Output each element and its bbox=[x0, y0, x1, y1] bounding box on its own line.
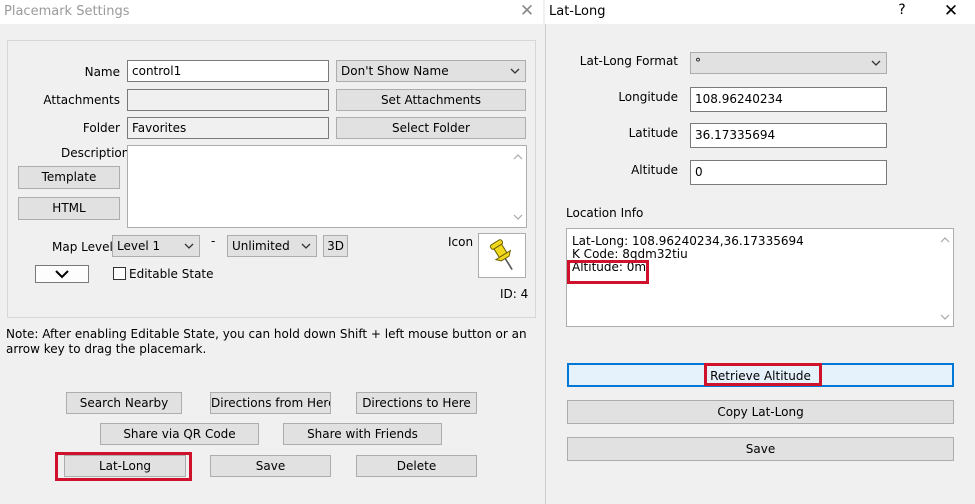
save-button[interactable]: Save bbox=[210, 455, 331, 477]
map-level-separator: - bbox=[211, 234, 216, 248]
attachments-field bbox=[127, 89, 329, 111]
name-display-value: Don't Show Name bbox=[341, 64, 449, 78]
chevron-down-icon bbox=[55, 270, 69, 279]
delete-button[interactable]: Delete bbox=[356, 455, 477, 477]
html-button[interactable]: HTML bbox=[18, 197, 120, 220]
chevron-down-icon bbox=[301, 243, 311, 249]
note-text: Note: After enabling Editable State, you… bbox=[6, 327, 527, 356]
name-label: Name bbox=[84, 65, 120, 79]
name-field[interactable]: control1 bbox=[127, 60, 329, 82]
editable-state-checkbox[interactable] bbox=[113, 267, 126, 280]
directions-to-here-button[interactable]: Directions to Here bbox=[356, 392, 477, 414]
altitude-info-highlight bbox=[567, 260, 649, 284]
longitude-label: Longitude bbox=[618, 90, 678, 104]
placemark-dialog-title: Placemark Settings bbox=[4, 4, 130, 19]
scroll-up-icon[interactable] bbox=[512, 152, 524, 162]
altitude-field[interactable]: 0 bbox=[690, 160, 887, 185]
directions-from-here-button[interactable]: Directions from Here bbox=[210, 392, 331, 414]
scroll-down-icon[interactable] bbox=[939, 312, 951, 322]
map-level-to-select[interactable]: Unlimited bbox=[227, 235, 317, 257]
longitude-field[interactable]: 108.96240234 bbox=[690, 87, 887, 112]
name-display-select[interactable]: Don't Show Name bbox=[336, 60, 526, 82]
id-text: ID: 4 bbox=[500, 287, 529, 301]
latitude-label: Latitude bbox=[628, 126, 678, 140]
chevron-down-icon bbox=[510, 68, 520, 74]
lat-long-highlight bbox=[55, 452, 192, 481]
altitude-label: Altitude bbox=[631, 163, 678, 177]
search-nearby-button[interactable]: Search Nearby bbox=[66, 392, 182, 414]
close-icon[interactable]: ✕ bbox=[941, 1, 961, 21]
scroll-down-icon[interactable] bbox=[512, 212, 524, 222]
lat-long-dialog-title: Lat-Long bbox=[549, 4, 606, 19]
lat-long-format-select[interactable]: ° bbox=[690, 52, 887, 74]
location-info-label: Location Info bbox=[566, 206, 644, 220]
expand-button[interactable] bbox=[35, 265, 89, 283]
map-level-to-value: Unlimited bbox=[232, 239, 290, 253]
scroll-up-icon[interactable] bbox=[939, 235, 951, 245]
description-textarea[interactable] bbox=[127, 145, 527, 228]
select-folder-button[interactable]: Select Folder bbox=[336, 117, 526, 139]
pushpin-icon bbox=[489, 239, 513, 270]
close-icon[interactable]: ✕ bbox=[517, 1, 537, 21]
editable-state-label: Editable State bbox=[129, 267, 214, 281]
help-icon[interactable]: ? bbox=[893, 2, 911, 18]
3d-button[interactable]: 3D bbox=[323, 235, 348, 257]
description-label: Description bbox=[61, 146, 130, 160]
lat-long-save-button[interactable]: Save bbox=[567, 437, 954, 461]
map-level-label: Map Level bbox=[52, 240, 113, 254]
chevron-down-icon bbox=[184, 243, 194, 249]
lat-long-format-value: ° bbox=[695, 56, 701, 70]
lat-long-format-label: Lat-Long Format bbox=[579, 54, 678, 68]
share-with-friends-button[interactable]: Share with Friends bbox=[283, 423, 442, 445]
template-button[interactable]: Template bbox=[18, 166, 120, 189]
set-attachments-button[interactable]: Set Attachments bbox=[336, 89, 526, 111]
folder-field: Favorites bbox=[127, 117, 329, 139]
map-level-from-value: Level 1 bbox=[117, 239, 161, 253]
icon-picker[interactable] bbox=[478, 233, 526, 278]
retrieve-altitude-highlight bbox=[704, 363, 822, 386]
icon-label: Icon bbox=[448, 235, 474, 249]
folder-label: Folder bbox=[82, 121, 120, 135]
latitude-field[interactable]: 36.17335694 bbox=[690, 123, 887, 148]
map-level-from-select[interactable]: Level 1 bbox=[112, 235, 200, 257]
copy-lat-long-button[interactable]: Copy Lat-Long bbox=[567, 400, 954, 424]
attachments-label: Attachments bbox=[43, 93, 120, 107]
share-qr-code-button[interactable]: Share via QR Code bbox=[100, 423, 259, 445]
chevron-down-icon bbox=[871, 60, 881, 66]
